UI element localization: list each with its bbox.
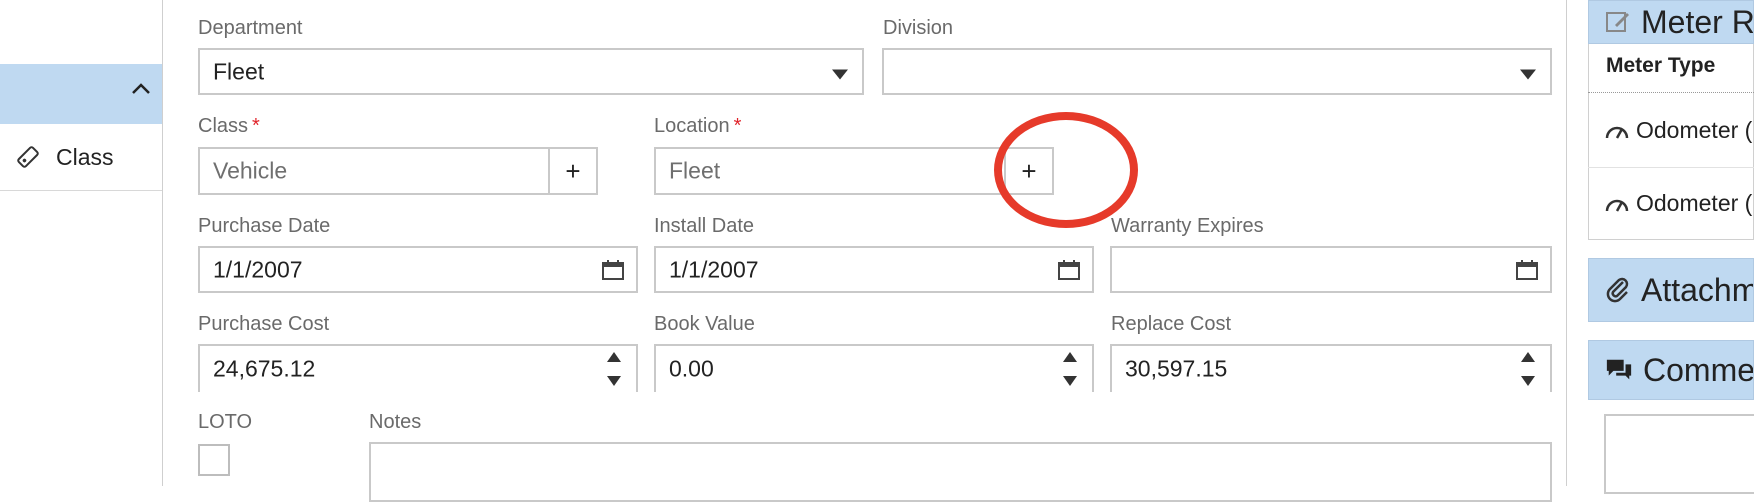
book-value-label: Book Value <box>654 313 755 335</box>
sidebar-item-label: Class <box>56 143 114 170</box>
comments-title: Comme <box>1643 351 1754 388</box>
location-label: Location * <box>654 115 742 137</box>
purchase-date-input[interactable]: 1/1/2007 <box>198 246 638 293</box>
location-placeholder: Fleet <box>669 157 721 184</box>
class-label: Class * <box>198 115 260 137</box>
chevron-down-icon <box>832 69 848 79</box>
tag-icon <box>14 143 42 171</box>
sidebar-section-header[interactable] <box>0 64 162 124</box>
table-row[interactable]: Odometer ( <box>1588 166 1754 240</box>
comment-textarea[interactable] <box>1604 414 1754 494</box>
department-value: Fleet <box>213 58 265 84</box>
right-panel: Meter R Meter Type Odometer ( Odometer (… <box>1588 0 1754 494</box>
division-label: Division <box>883 17 954 39</box>
chevron-down-icon <box>1520 69 1536 79</box>
number-stepper[interactable] <box>1518 346 1540 392</box>
notes-textarea[interactable] <box>369 442 1552 502</box>
class-field[interactable]: Vehicle + <box>198 147 598 195</box>
install-date-value: 1/1/2007 <box>669 256 759 282</box>
required-marker: * <box>733 115 742 137</box>
attachments-header[interactable]: Attachm <box>1588 258 1754 322</box>
stepper-down-icon <box>1063 376 1077 386</box>
stepper-down-icon <box>1521 376 1535 386</box>
meter-type-cell: Odometer ( <box>1636 189 1753 216</box>
gauge-icon <box>1605 126 1629 139</box>
sidebar: Class <box>0 0 162 486</box>
paperclip-icon <box>1605 276 1631 304</box>
meter-type-cell: Odometer ( <box>1636 116 1753 143</box>
book-value-value: 0.00 <box>669 355 714 382</box>
location-field[interactable]: Fleet + <box>654 147 1054 195</box>
stepper-up-icon <box>1521 352 1535 362</box>
division-select[interactable] <box>882 48 1552 95</box>
chat-icon <box>1605 356 1633 384</box>
stepper-up-icon <box>607 352 621 362</box>
install-date-label: Install Date <box>654 215 755 237</box>
meter-readings-header[interactable]: Meter R <box>1588 0 1754 44</box>
sidebar-item-class[interactable]: Class <box>0 124 162 191</box>
meter-type-column-header[interactable]: Meter Type <box>1606 54 1715 78</box>
install-date-input[interactable]: 1/1/2007 <box>654 246 1094 293</box>
stepper-up-icon <box>1063 352 1077 362</box>
panel-divider <box>1566 0 1567 486</box>
book-value-input[interactable]: 0.00 <box>654 344 1094 392</box>
calendar-icon[interactable] <box>1058 259 1080 280</box>
department-label: Department <box>198 17 303 39</box>
purchase-date-label: Purchase Date <box>198 215 331 237</box>
replace-cost-label: Replace Cost <box>1111 313 1232 335</box>
number-stepper[interactable] <box>604 346 626 392</box>
add-class-button[interactable]: + <box>548 147 598 195</box>
loto-label: LOTO <box>198 411 253 433</box>
number-stepper[interactable] <box>1060 346 1082 392</box>
table-row[interactable]: Odometer ( <box>1588 93 1754 167</box>
meter-readings-title: Meter R <box>1641 3 1754 40</box>
calendar-icon[interactable] <box>1516 259 1538 280</box>
department-select[interactable]: Fleet <box>198 48 864 95</box>
purchase-date-value: 1/1/2007 <box>213 256 303 282</box>
purchase-cost-label: Purchase Cost <box>198 313 330 335</box>
calendar-icon[interactable] <box>602 259 624 280</box>
add-location-button[interactable]: + <box>1004 147 1054 195</box>
class-placeholder: Vehicle <box>213 157 288 184</box>
replace-cost-value: 30,597.15 <box>1125 355 1228 382</box>
asset-form: Department Fleet Division Class * Vehicle… <box>163 0 1567 486</box>
required-marker: * <box>252 115 260 137</box>
loto-checkbox[interactable] <box>198 444 230 476</box>
notes-label: Notes <box>369 411 422 433</box>
chevron-up-icon[interactable] <box>130 78 152 107</box>
edit-icon <box>1605 8 1631 36</box>
warranty-expires-input[interactable] <box>1110 246 1552 293</box>
attachments-title: Attachm <box>1641 271 1754 308</box>
gauge-icon <box>1605 199 1629 212</box>
purchase-cost-input[interactable]: 24,675.12 <box>198 344 638 392</box>
purchase-cost-value: 24,675.12 <box>213 355 316 382</box>
stepper-down-icon <box>607 376 621 386</box>
replace-cost-input[interactable]: 30,597.15 <box>1110 344 1552 392</box>
warranty-expires-label: Warranty Expires <box>1111 215 1264 237</box>
comments-header[interactable]: Comme <box>1588 340 1754 400</box>
